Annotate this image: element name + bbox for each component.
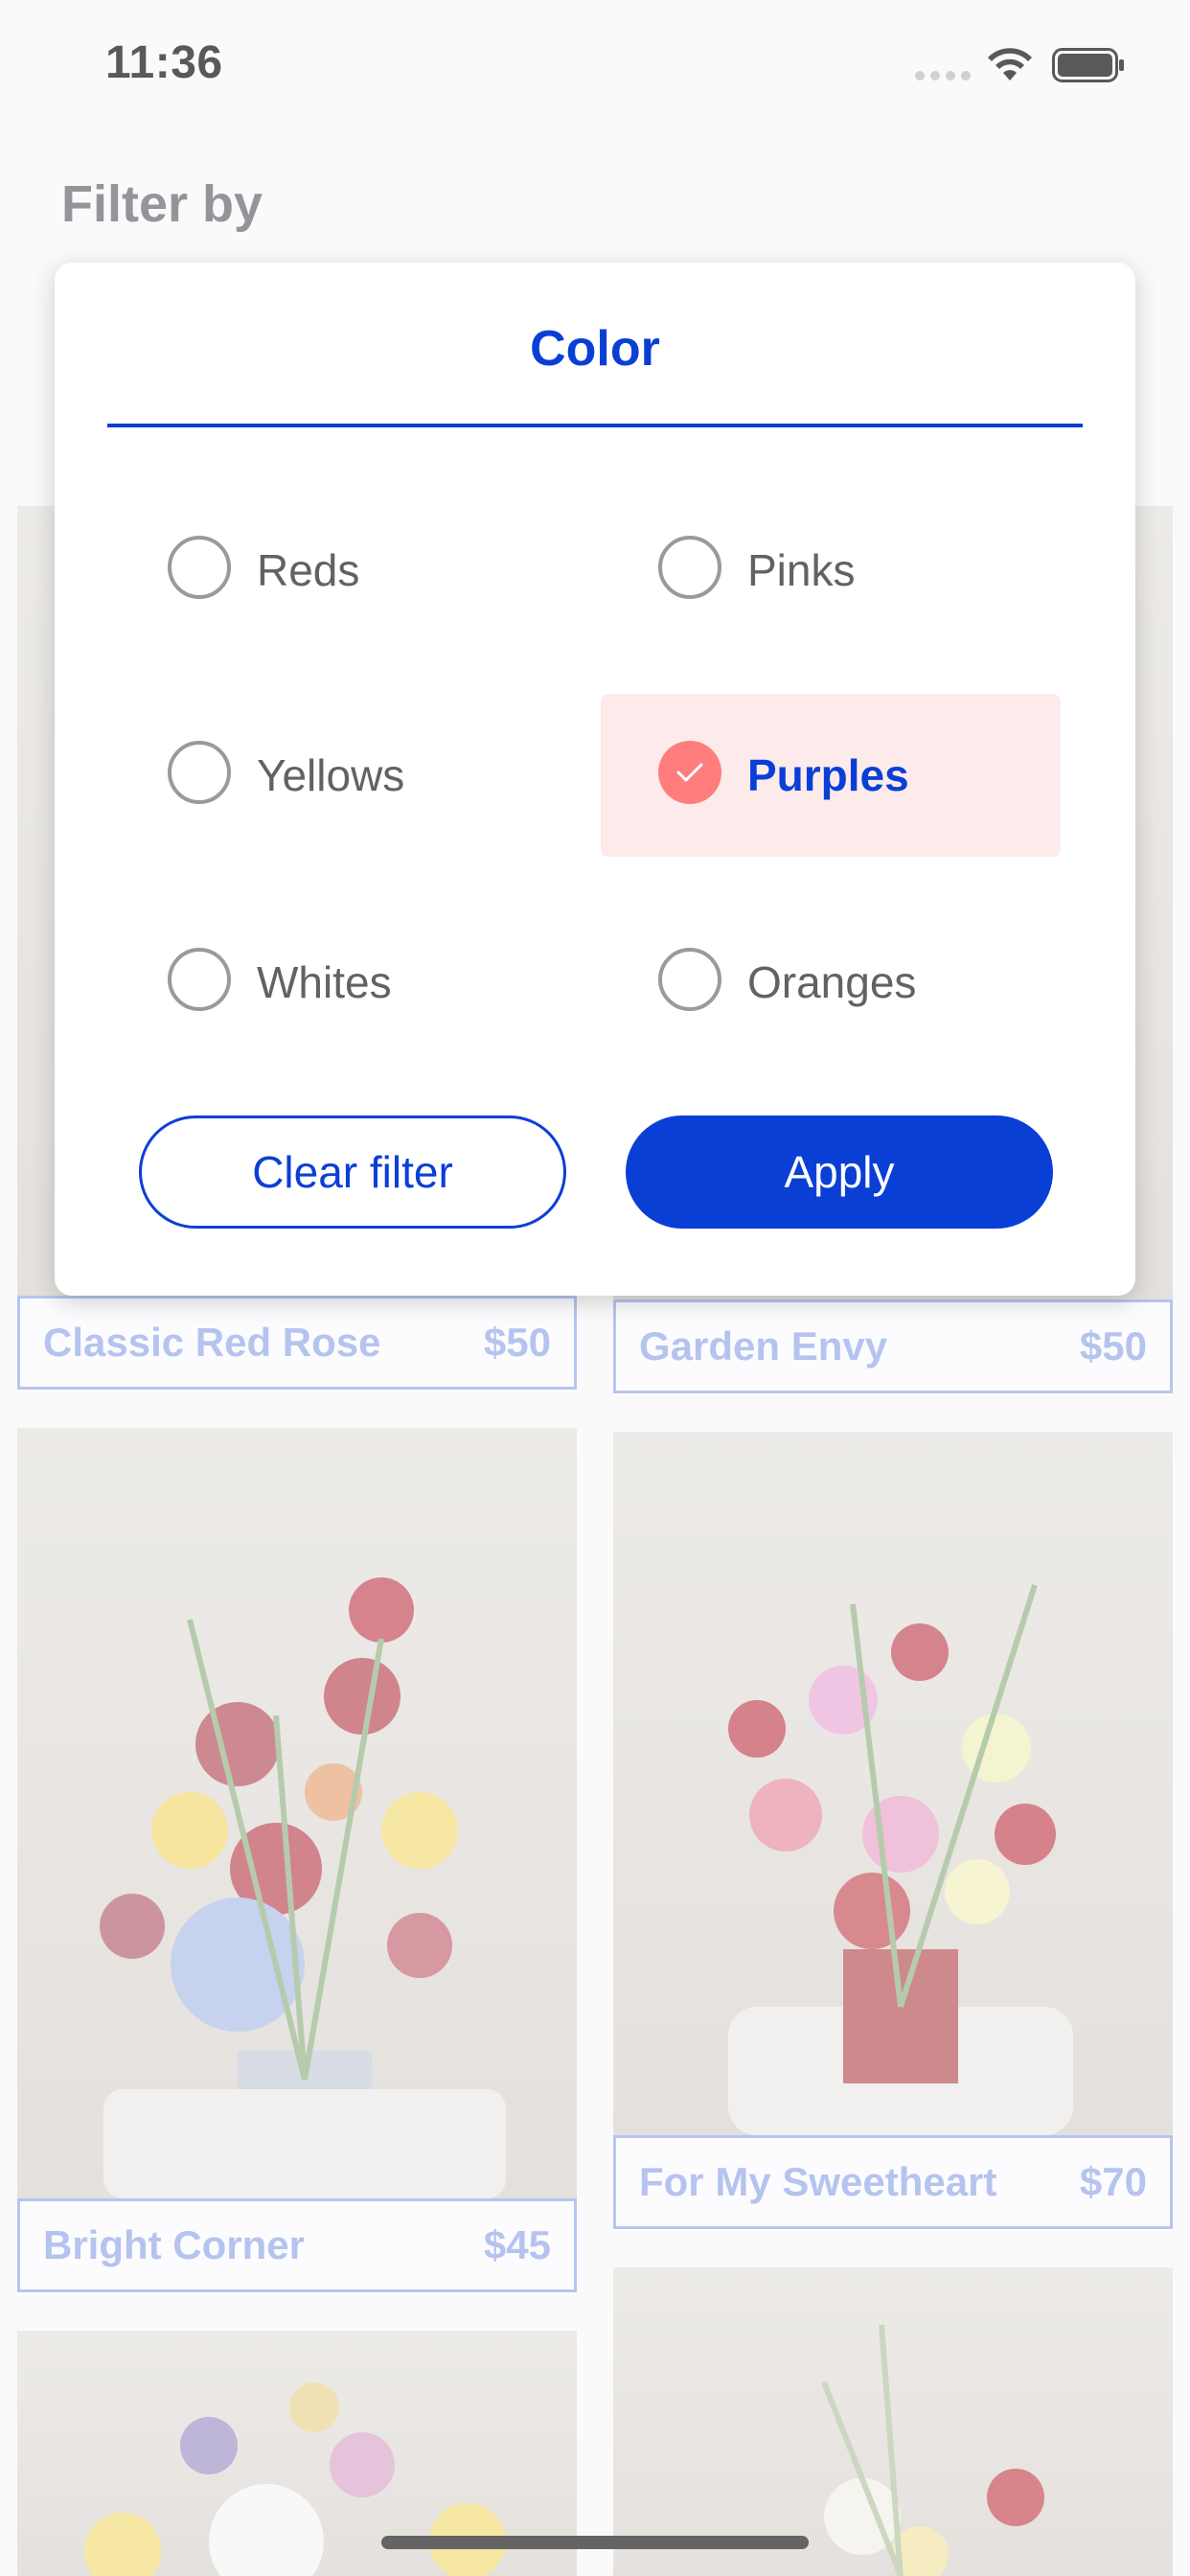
option-label: Reds	[257, 545, 360, 595]
option-whites[interactable]: Whites	[110, 901, 570, 1064]
option-oranges[interactable]: Oranges	[601, 901, 1061, 1064]
radio-button-checked[interactable]	[658, 741, 721, 804]
option-label: Yellows	[257, 750, 405, 800]
option-label: Pinks	[747, 545, 856, 595]
option-purples[interactable]: Purples	[601, 694, 1061, 857]
option-label: Whites	[257, 957, 392, 1007]
option-reds[interactable]: Reds	[110, 489, 570, 652]
radio-button[interactable]	[168, 536, 231, 599]
tab-underline	[107, 424, 1083, 427]
radio-button[interactable]	[658, 536, 721, 599]
option-label: Purples	[747, 750, 909, 800]
check-icon	[676, 763, 703, 782]
radio-button[interactable]	[658, 948, 721, 1011]
color-filter-modal: Color Reds Pinks Yellows Purples Whites …	[55, 263, 1135, 1296]
radio-button[interactable]	[168, 741, 231, 804]
option-pinks[interactable]: Pinks	[601, 489, 1061, 652]
radio-button[interactable]	[168, 948, 231, 1011]
tab-color[interactable]: Color	[107, 320, 1083, 378]
option-yellows[interactable]: Yellows	[110, 694, 570, 857]
apply-button[interactable]: Apply	[626, 1116, 1053, 1229]
option-label: Oranges	[747, 957, 917, 1007]
clear-filter-button[interactable]: Clear filter	[139, 1116, 566, 1229]
